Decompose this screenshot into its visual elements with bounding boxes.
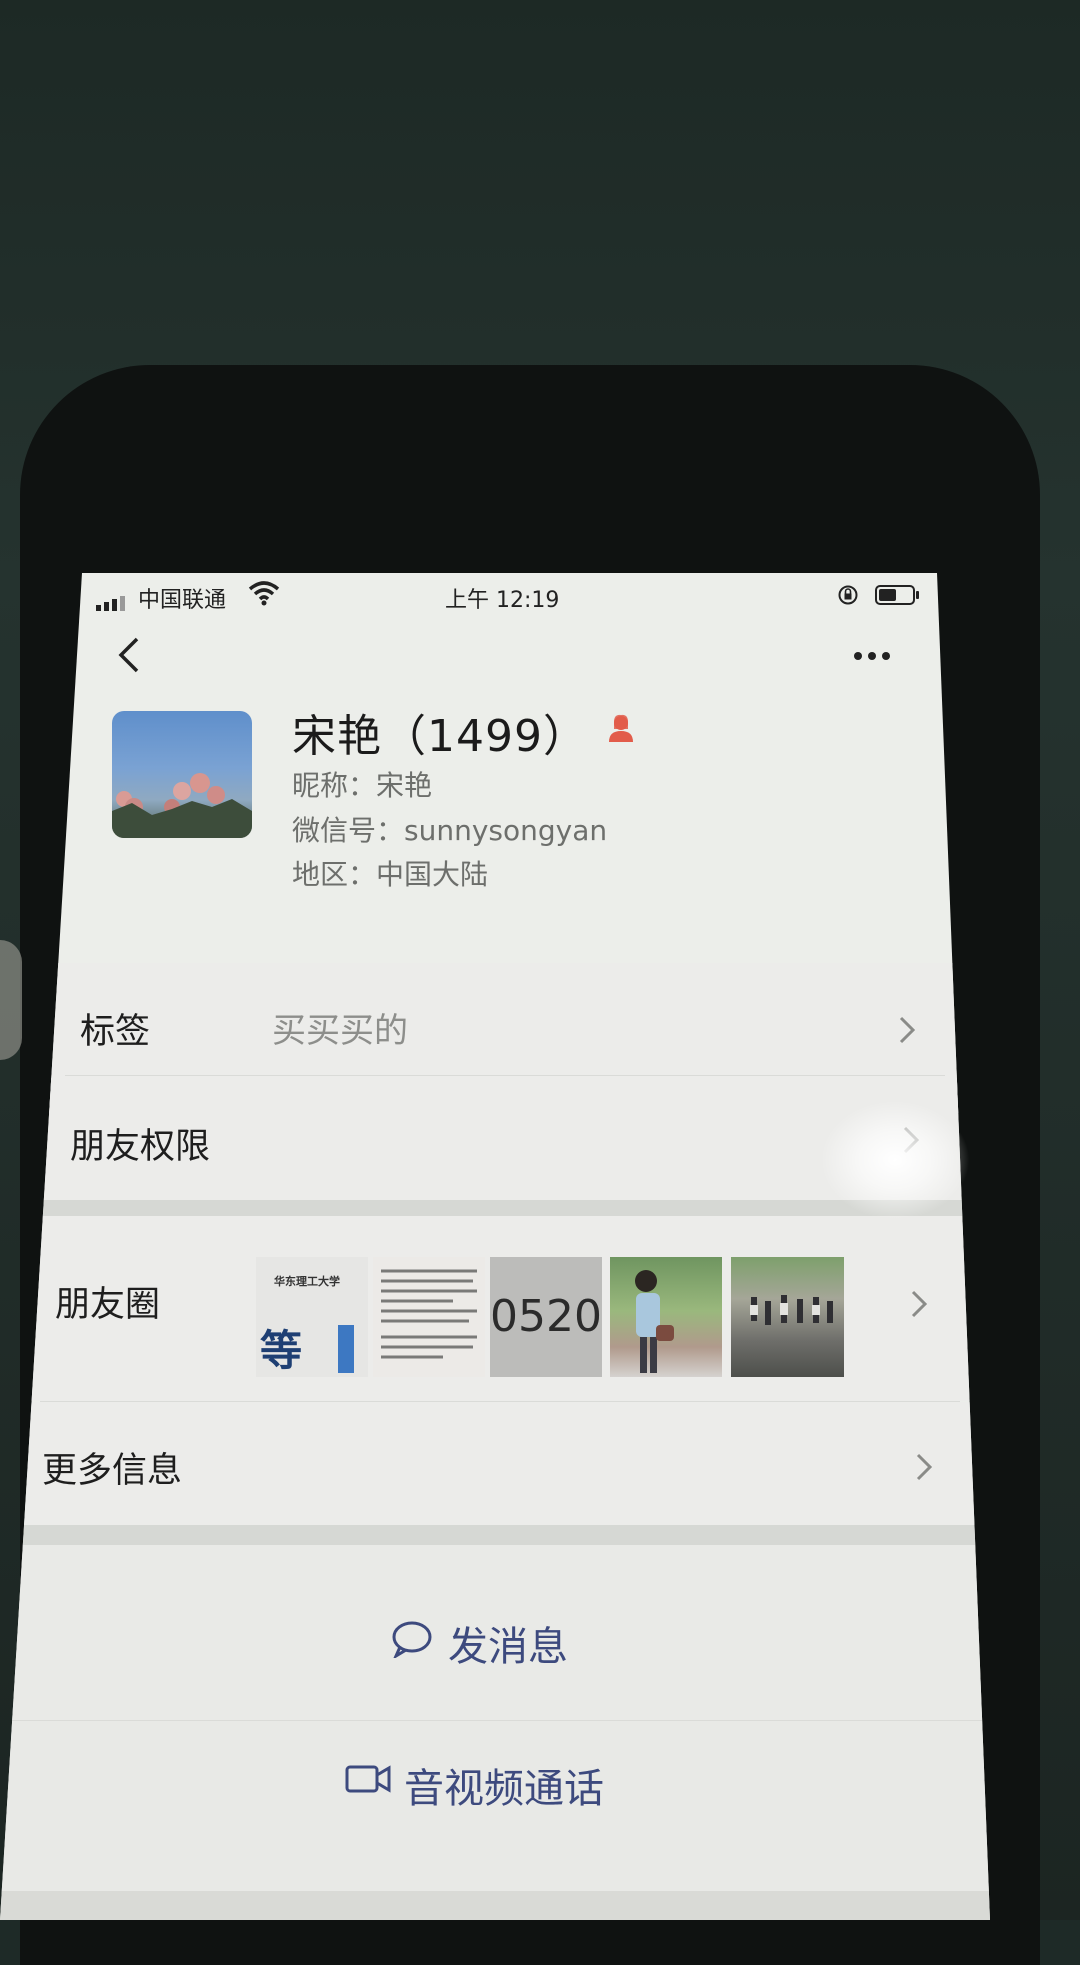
back-icon[interactable]	[115, 636, 141, 674]
bottom-area	[0, 1891, 990, 1920]
moments-thumbnail	[610, 1257, 722, 1377]
avatar-flowers-image	[112, 773, 252, 838]
more-info-row[interactable]: 更多信息	[0, 1402, 990, 1525]
wifi-icon	[248, 581, 280, 606]
more-options-icon[interactable]	[852, 650, 892, 662]
rotation-lock-icon	[838, 585, 858, 605]
permissions-label: 朋友权限	[70, 1127, 211, 1167]
female-icon	[609, 714, 633, 742]
tags-value: 买买买的	[272, 1011, 408, 1051]
section-separator	[0, 1525, 990, 1545]
moments-label: 朋友圈	[55, 1285, 161, 1325]
finger-glare	[0, 940, 22, 1060]
person-photo	[635, 1270, 674, 1373]
contact-name: 宋艳（1499）	[292, 711, 588, 762]
tags-label: 标签	[80, 1012, 151, 1052]
more-info-label: 更多信息	[42, 1451, 183, 1491]
chevron-right-icon	[911, 1290, 928, 1318]
av-call-label: 音视频通话	[404, 1766, 604, 1812]
chevron-right-icon	[916, 1453, 933, 1481]
text-lines-graphic	[381, 1269, 477, 1359]
thumb-number: 0520	[490, 1291, 602, 1342]
screen-glare	[820, 1100, 970, 1220]
clock: 上午 12:19	[445, 588, 560, 613]
thumb-title: 华东理工大学	[274, 1275, 340, 1288]
nav-bar	[100, 630, 930, 690]
moments-thumbnail	[373, 1257, 485, 1377]
building-graphic	[338, 1325, 354, 1373]
battery-icon	[875, 585, 919, 605]
wechat-id-text: 微信号：sunnysongyan	[292, 814, 608, 847]
signal-icon	[96, 586, 128, 611]
row-divider	[65, 1075, 945, 1076]
chevron-right-icon	[899, 1016, 916, 1044]
chat-bubble-icon	[392, 1621, 432, 1658]
thumb-calligraphy: 等	[260, 1326, 303, 1375]
nickname-text: 昵称：宋艳	[292, 769, 433, 802]
avatar[interactable]	[112, 711, 252, 838]
moments-thumbnail: 0520	[490, 1257, 602, 1377]
moments-thumbnail	[731, 1257, 844, 1377]
moments-thumbnail: 华东理工大学 等	[256, 1257, 368, 1377]
video-camera-icon	[345, 1765, 391, 1793]
status-bar: 中国联通 上午 12:19	[90, 578, 940, 616]
send-message-label: 发消息	[448, 1624, 568, 1670]
crowd-photo	[750, 1295, 833, 1325]
region-text: 地区：中国大陆	[292, 858, 489, 891]
carrier-label: 中国联通	[138, 588, 227, 613]
